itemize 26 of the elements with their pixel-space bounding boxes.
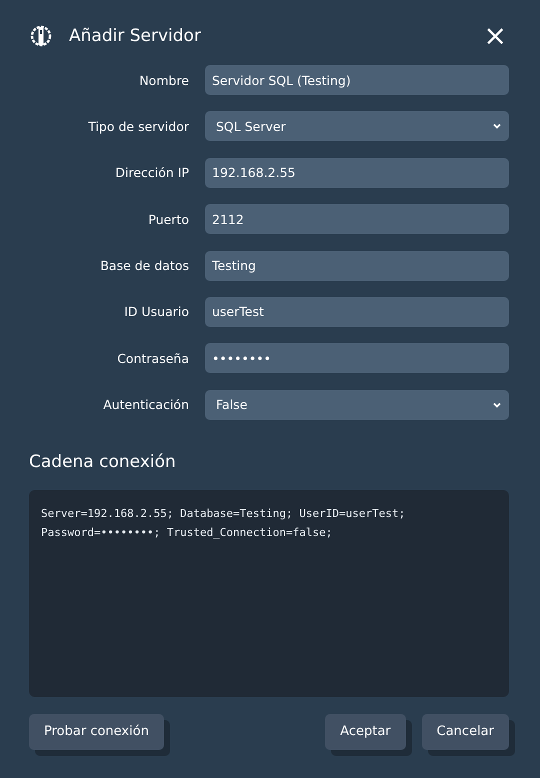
input-field[interactable]: userTest <box>205 296 509 327</box>
input-field[interactable]: Testing <box>205 250 509 281</box>
input-field[interactable]: 2112 <box>205 204 509 234</box>
field-label: Nombre <box>138 72 189 88</box>
dialog-title: Añadir Servidor <box>69 26 201 46</box>
dropdown[interactable]: SQL Server <box>205 111 509 142</box>
dropdown[interactable]: False <box>205 390 509 420</box>
input-field[interactable]: 192.168.2.55 <box>205 158 509 188</box>
password-field[interactable]: •••••••• <box>205 343 509 374</box>
input-field[interactable]: Servidor SQL (Testing) <box>205 65 509 95</box>
field-label: ID Usuario <box>123 304 189 320</box>
app-logo-icon <box>29 24 53 48</box>
code-line: Server=192.168.2.55; Database=Testing; UserID=userTest; <box>41 506 406 522</box>
dialog-button[interactable]: Cancelar <box>422 714 509 750</box>
dialog-button[interactable]: Aceptar <box>325 714 406 750</box>
field-label: Dirección IP <box>114 165 189 180</box>
field-label: Puerto <box>147 212 189 227</box>
field-label: Autenticación <box>102 397 189 412</box>
field-label: Base de datos <box>99 258 189 274</box>
chevron-down-icon <box>492 121 502 132</box>
dialog-button[interactable]: Probar conexión <box>29 714 164 750</box>
section-heading: Cadena conexión <box>29 452 177 474</box>
field-label: Tipo de servidor <box>87 118 189 134</box>
close-button[interactable]: × <box>482 24 509 48</box>
code-line: Password=••••••••; Trusted_Connection=false; <box>41 524 334 541</box>
field-label: Contraseña <box>116 350 189 366</box>
